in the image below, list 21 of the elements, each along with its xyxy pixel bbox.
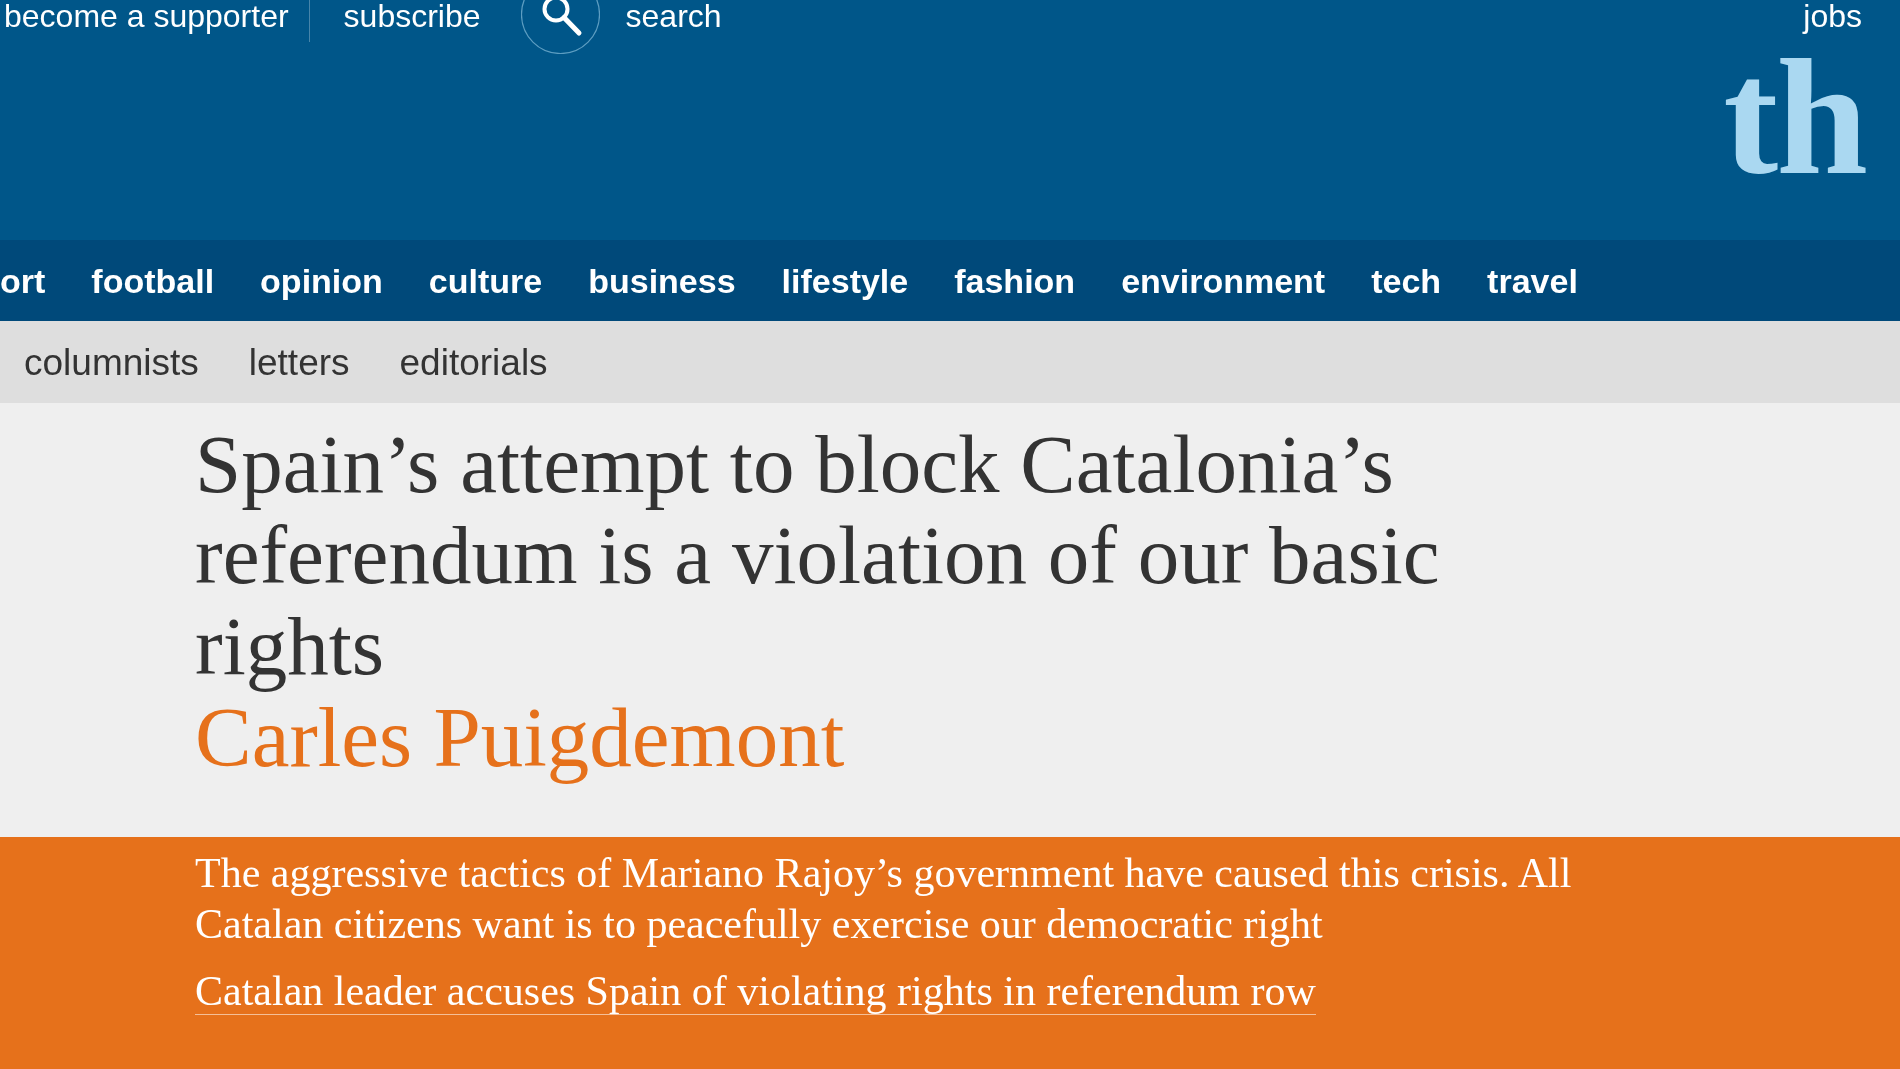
nav-link[interactable]: culture [428,263,543,298]
nav-link[interactable]: lifestyle [781,263,909,298]
sub-nav-link[interactable]: letters [248,343,350,381]
sub-nav-link[interactable]: editorials [399,343,548,381]
logo[interactable]: th [1723,35,1866,200]
nav-link[interactable]: travel [1487,263,1578,298]
jobs-link[interactable]: jobs [1803,0,1862,32]
nav-link[interactable]: tech [1371,263,1442,298]
search-button[interactable]: search [520,0,722,54]
nav-link[interactable]: opinion [260,263,383,298]
nav-link[interactable]: ort [0,263,46,298]
nav-link[interactable]: business [588,263,736,298]
nav-link[interactable]: fashion [954,263,1076,298]
nav-link[interactable]: football [91,263,215,298]
standfirst: The aggressive tactics of Mariano Rajoy’s government have caused this crisis. All Catalan citizens want is to peacefully exercise our democratic right [195,849,1573,949]
supporter-link[interactable]: become a supporter [4,0,289,32]
nav-link[interactable]: environment [1121,263,1326,298]
subscribe-link[interactable]: subscribe [343,0,481,32]
sub-nav-link[interactable]: columnists [24,343,199,381]
headline: Spain’s attempt to block Catalonia’s referendum is a violation of our basic rights [195,419,1441,692]
search-icon [520,0,600,54]
